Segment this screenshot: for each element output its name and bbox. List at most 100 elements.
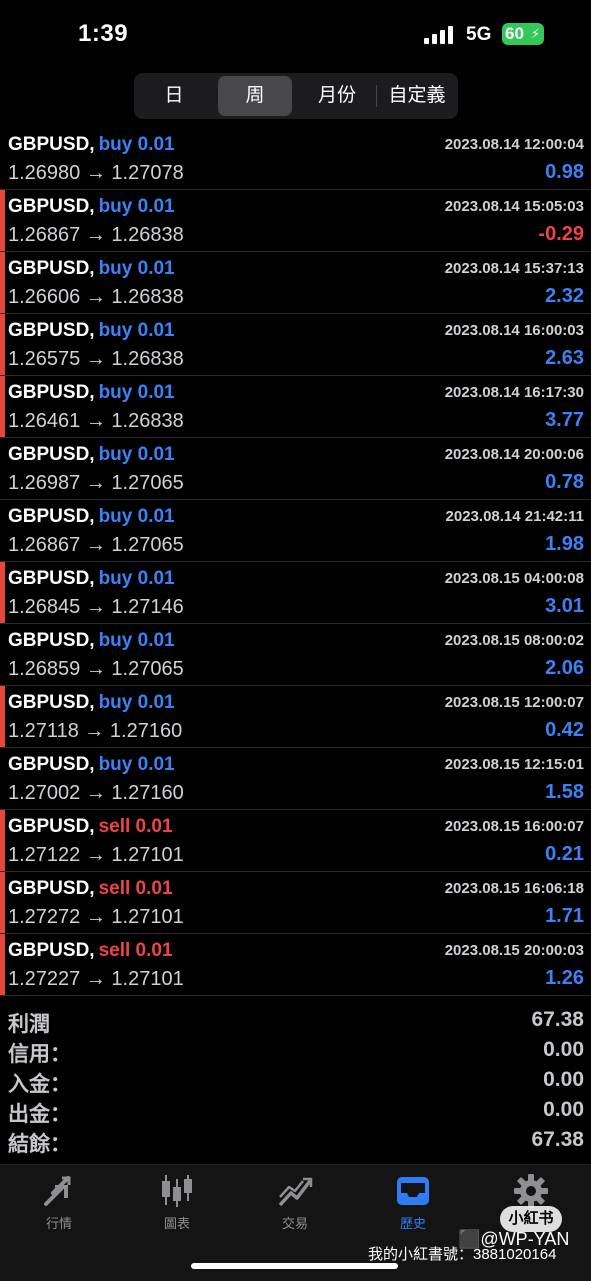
- deal-prices: 1.26867 → 1.26838: [8, 224, 184, 246]
- deal-header: GBPUSD, buy 0.01: [8, 630, 175, 652]
- deal-type: buy 0.01: [98, 754, 175, 775]
- deal-side-stripe: [0, 810, 5, 871]
- deal-history-list: GBPUSD, buy 0.01 2023.08.14 12:00:04 1.2698…: [0, 128, 591, 996]
- deal-row[interactable]: GBPUSD, buy 0.01 2023.08.14 16:00:03 1.2657…: [0, 314, 591, 376]
- deal-profit: 3.77: [545, 409, 584, 431]
- deal-prices: 1.27002 → 1.27160: [8, 782, 184, 804]
- deal-type: buy 0.01: [98, 506, 175, 527]
- period-segmented-control: 日 周 月份 自定義: [134, 73, 458, 119]
- summary-label: 結餘：: [8, 1133, 71, 1156]
- deal-row[interactable]: GBPUSD, sell 0.01 2023.08.15 16:06:18 1.272…: [0, 872, 591, 934]
- summary-row: 入金： 0.00: [0, 1066, 591, 1096]
- deal-side-stripe: [0, 872, 5, 933]
- deal-header: GBPUSD, buy 0.01: [8, 258, 175, 280]
- status-bar: 1:39 5G 60 ⚡: [0, 0, 591, 70]
- deal-time: 2023.08.15 20:00:03: [444, 942, 584, 959]
- deal-header: GBPUSD, buy 0.01: [8, 196, 175, 218]
- deal-row[interactable]: GBPUSD, buy 0.01 2023.08.14 21:42:11 1.2686…: [0, 500, 591, 562]
- deal-symbol: GBPUSD,: [8, 878, 95, 899]
- tab-quotes[interactable]: 行情: [0, 1173, 118, 1243]
- deal-prices: 1.26987 → 1.27065: [8, 472, 184, 494]
- summary-label: 入金：: [8, 1073, 71, 1096]
- deal-side-stripe: [0, 934, 5, 995]
- summary-row: 出金： 0.00: [0, 1096, 591, 1126]
- tab-charts-label: 圖表: [163, 1216, 190, 1231]
- deal-type: buy 0.01: [98, 692, 175, 713]
- deal-profit: 3.01: [545, 595, 584, 617]
- deal-time: 2023.08.14 16:00:03: [444, 322, 584, 339]
- cellular-signal-icon: [424, 26, 453, 44]
- summary-label: 利潤: [8, 1013, 50, 1036]
- deal-prices: 1.26859 → 1.27065: [8, 658, 184, 680]
- deal-row[interactable]: GBPUSD, buy 0.01 2023.08.14 12:00:04 1.2698…: [0, 128, 591, 190]
- summary-value: 0.00: [543, 1038, 584, 1061]
- deal-row[interactable]: GBPUSD, buy 0.01 2023.08.15 12:00:07 1.2711…: [0, 686, 591, 748]
- deal-symbol: GBPUSD,: [8, 754, 95, 775]
- deal-side-stripe: [0, 562, 5, 623]
- deal-symbol: GBPUSD,: [8, 444, 95, 465]
- deal-symbol: GBPUSD,: [8, 940, 95, 961]
- deal-row[interactable]: GBPUSD, buy 0.01 2023.08.14 20:00:06 1.2698…: [0, 438, 591, 500]
- deal-row[interactable]: GBPUSD, buy 0.01 2023.08.14 15:05:03 1.2686…: [0, 190, 591, 252]
- battery-level: 60: [505, 24, 524, 43]
- tab-day[interactable]: 日: [137, 76, 211, 116]
- deal-type: buy 0.01: [98, 196, 175, 217]
- deal-type: sell 0.01: [98, 940, 173, 961]
- candlestick-chart-icon: [162, 1175, 192, 1207]
- deal-row[interactable]: GBPUSD, buy 0.01 2023.08.14 15:37:13 1.2660…: [0, 252, 591, 314]
- deal-time: 2023.08.14 21:42:11: [445, 508, 584, 525]
- history-inbox-icon: [397, 1177, 429, 1205]
- summary-label: 信用：: [8, 1043, 71, 1066]
- trade-chart-icon: [278, 1177, 313, 1207]
- summary-label: 出金：: [8, 1103, 71, 1126]
- deal-header: GBPUSD, sell 0.01: [8, 940, 173, 962]
- deal-symbol: GBPUSD,: [8, 134, 95, 155]
- tab-history[interactable]: 歷史: [354, 1173, 472, 1243]
- deal-row[interactable]: GBPUSD, buy 0.01 2023.08.15 08:00:02 1.2685…: [0, 624, 591, 686]
- deal-profit: -0.29: [538, 223, 584, 245]
- deal-row[interactable]: GBPUSD, buy 0.01 2023.08.15 12:15:01 1.2700…: [0, 748, 591, 810]
- deal-prices: 1.27122 → 1.27101: [8, 844, 184, 866]
- deal-prices: 1.26980 → 1.27078: [8, 162, 184, 184]
- deal-side-stripe: [0, 252, 5, 313]
- deal-row[interactable]: GBPUSD, buy 0.01 2023.08.15 04:00:08 1.2684…: [0, 562, 591, 624]
- tab-month[interactable]: 月份: [297, 76, 377, 116]
- charging-bolt-icon: ⚡: [531, 26, 541, 41]
- deal-type: sell 0.01: [98, 878, 173, 899]
- deal-header: GBPUSD, buy 0.01: [8, 506, 175, 528]
- deal-profit: 2.06: [545, 657, 584, 679]
- deal-side-stripe: [0, 128, 5, 189]
- summary-row: 結餘： 67.38: [0, 1126, 591, 1156]
- deal-header: GBPUSD, sell 0.01: [8, 878, 173, 900]
- deal-header: GBPUSD, buy 0.01: [8, 134, 175, 156]
- home-indicator: [191, 1263, 398, 1269]
- deal-time: 2023.08.14 20:00:06: [444, 446, 584, 463]
- deal-row[interactable]: GBPUSD, buy 0.01 2023.08.14 16:17:30 1.2646…: [0, 376, 591, 438]
- deal-header: GBPUSD, buy 0.01: [8, 444, 175, 466]
- deal-time: 2023.08.15 12:15:01: [444, 756, 584, 773]
- deal-time: 2023.08.15 12:00:07: [444, 694, 584, 711]
- tab-quotes-label: 行情: [45, 1216, 72, 1231]
- deal-profit: 0.78: [545, 471, 584, 493]
- deal-prices: 1.26867 → 1.27065: [8, 534, 184, 556]
- tab-charts[interactable]: 圖表: [118, 1173, 236, 1243]
- deal-row[interactable]: GBPUSD, sell 0.01 2023.08.15 20:00:03 1.272…: [0, 934, 591, 996]
- deal-header: GBPUSD, buy 0.01: [8, 568, 175, 590]
- tab-history-label: 歷史: [399, 1216, 426, 1231]
- deal-prices: 1.26845 → 1.27146: [8, 596, 184, 618]
- deal-prices: 1.27227 → 1.27101: [8, 968, 184, 990]
- deal-symbol: GBPUSD,: [8, 816, 95, 837]
- deal-profit: 2.63: [545, 347, 584, 369]
- deal-time: 2023.08.14 15:37:13: [444, 260, 584, 277]
- tab-trade[interactable]: 交易: [236, 1173, 354, 1243]
- tab-custom[interactable]: 自定義: [378, 76, 456, 116]
- deal-prices: 1.26461 → 1.26838: [8, 410, 184, 432]
- tab-week[interactable]: 周: [218, 76, 292, 116]
- deal-row[interactable]: GBPUSD, sell 0.01 2023.08.15 16:00:07 1.271…: [0, 810, 591, 872]
- deal-symbol: GBPUSD,: [8, 196, 95, 217]
- deal-symbol: GBPUSD,: [8, 506, 95, 527]
- deal-header: GBPUSD, buy 0.01: [8, 320, 175, 342]
- network-type: 5G: [466, 24, 492, 45]
- deal-side-stripe: [0, 624, 5, 685]
- watermark-id: 我的小紅書號：3881020164: [368, 1246, 557, 1263]
